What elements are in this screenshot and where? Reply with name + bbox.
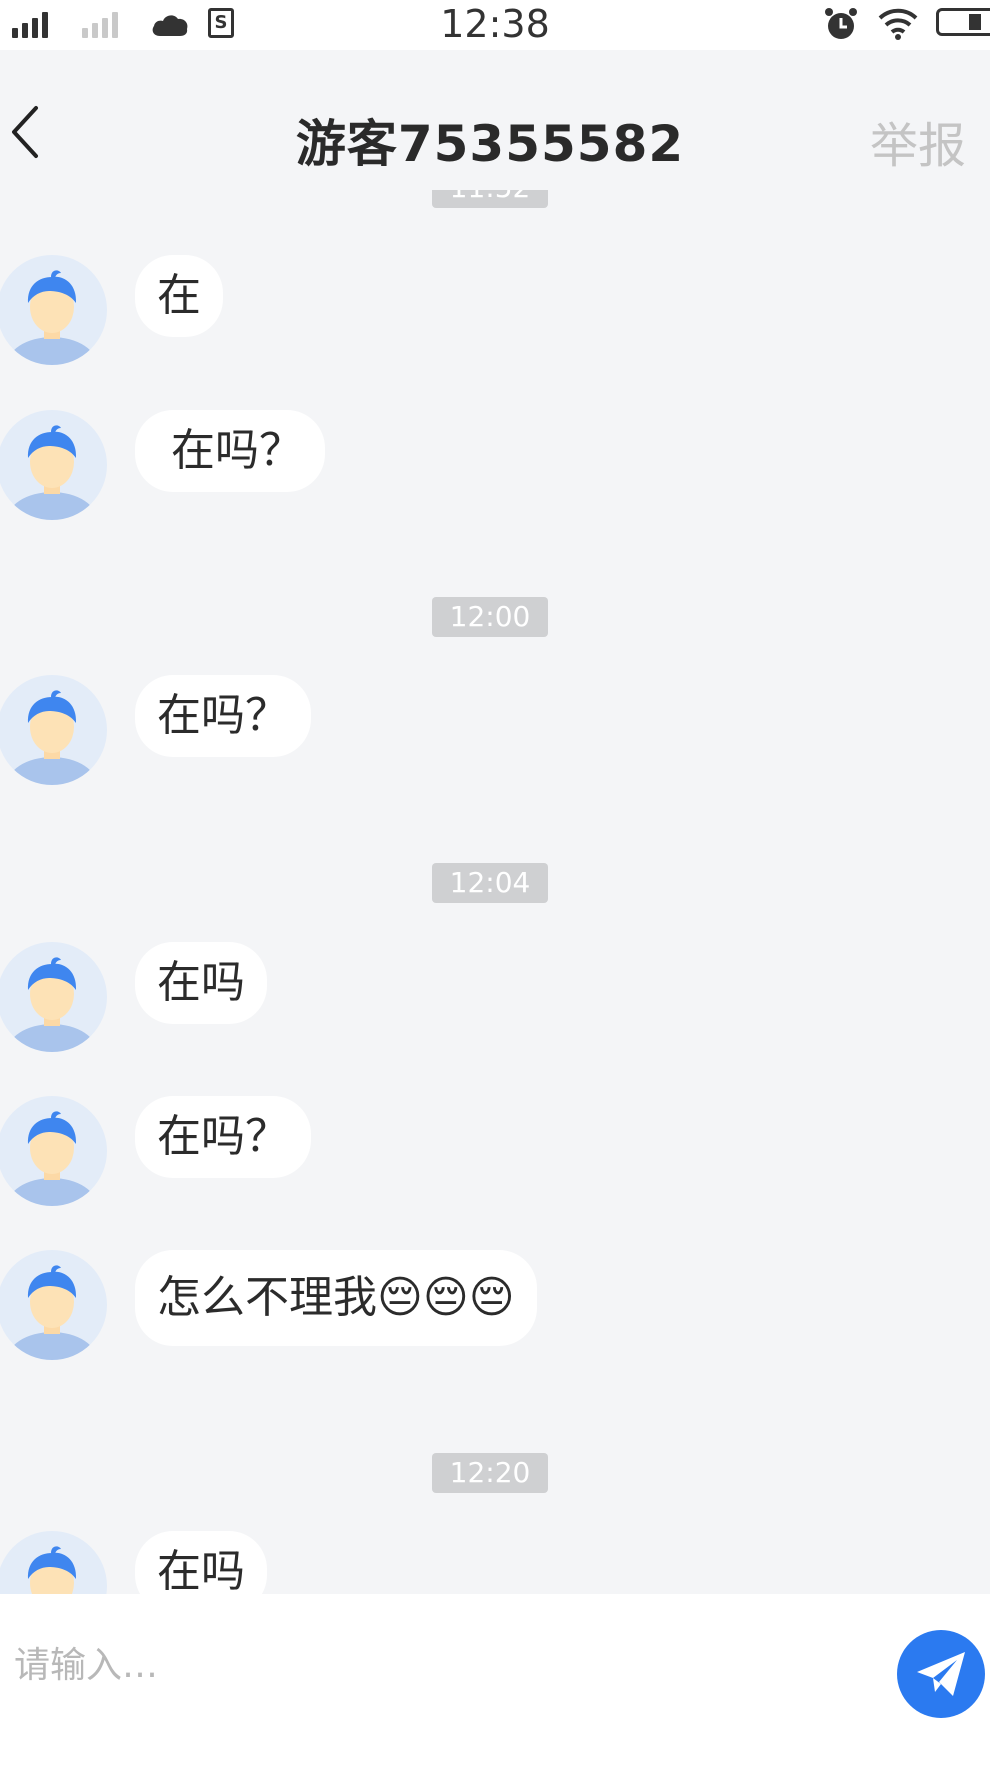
user-avatar-icon xyxy=(6,270,98,365)
timestamp: 12:04 xyxy=(0,863,980,903)
avatar[interactable] xyxy=(0,675,107,785)
message-composer xyxy=(0,1594,990,1783)
message-input[interactable] xyxy=(12,1634,846,1696)
user-avatar-icon xyxy=(6,425,98,520)
wifi-icon xyxy=(878,8,918,40)
avatar[interactable] xyxy=(0,1096,107,1206)
message-bubble[interactable]: 怎么不理我😔😔😔 xyxy=(135,1250,537,1346)
timestamp: 12:20 xyxy=(0,1453,980,1493)
avatar[interactable] xyxy=(0,255,107,365)
send-button[interactable] xyxy=(897,1630,985,1718)
user-avatar-icon xyxy=(6,957,98,1052)
timestamp: 11:52 xyxy=(0,190,980,208)
message-list[interactable]: 11:52 在 在吗？ 12:00 xyxy=(0,190,990,1594)
timestamp: 12:00 xyxy=(0,597,980,637)
status-bar: S 12:38 xyxy=(0,0,990,50)
page-title: 游客75355582 xyxy=(295,115,685,173)
message-bubble[interactable]: 在吗？ xyxy=(135,1096,311,1178)
battery-icon xyxy=(936,8,990,36)
report-button[interactable]: 举报 xyxy=(870,106,966,176)
avatar[interactable] xyxy=(0,410,107,520)
send-icon xyxy=(917,1652,965,1696)
message-bubble[interactable]: 在吗？ xyxy=(135,410,325,492)
avatar[interactable] xyxy=(0,1531,107,1594)
user-avatar-icon xyxy=(6,1111,98,1206)
user-avatar-icon xyxy=(6,1265,98,1360)
message-bubble[interactable]: 在吗 xyxy=(135,942,267,1024)
user-avatar-icon xyxy=(27,1546,77,1594)
message-bubble[interactable]: 在吗？ xyxy=(135,675,311,757)
message-bubble[interactable]: 在吗 xyxy=(135,1531,267,1594)
chat-header: 游客75355582 举报 xyxy=(0,50,990,190)
message-bubble[interactable]: 在 xyxy=(135,255,223,337)
alarm-icon xyxy=(825,8,857,39)
user-avatar-icon xyxy=(6,690,98,785)
avatar[interactable] xyxy=(0,1250,107,1360)
avatar[interactable] xyxy=(0,942,107,1052)
